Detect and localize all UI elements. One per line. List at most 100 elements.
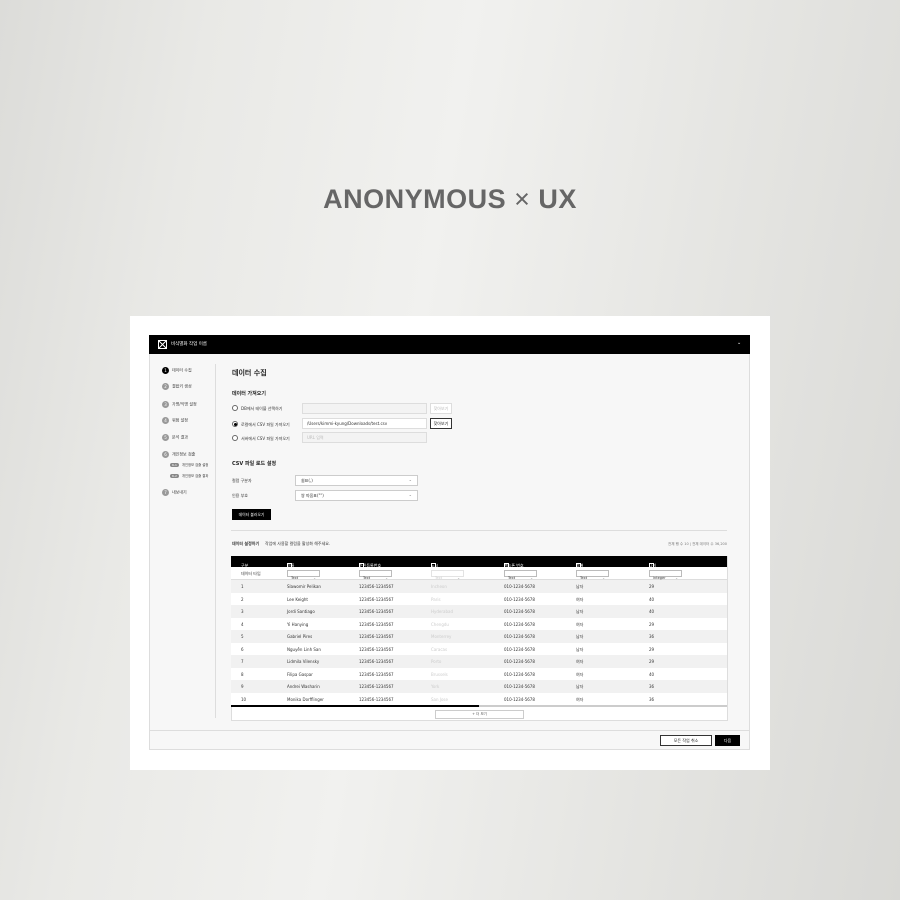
- table-cell: York: [431, 684, 440, 689]
- sidebar-item-label: 결합키 생성: [172, 383, 192, 389]
- table-cell: 010-1234-5678: [504, 684, 535, 689]
- table-cell: 123456-1234567: [359, 696, 394, 702]
- step-number: 4: [162, 417, 169, 424]
- db-browse-button[interactable]: 찾아보기: [430, 403, 452, 414]
- table-cell: Filipa Gaspar: [287, 671, 313, 677]
- table-row: 1 Slawomir Pelikan 123456-1234567 Incheon 01…: [231, 580, 727, 593]
- table-cell: 123456-1234567: [359, 634, 394, 639]
- sidebar-subitem-label: 개인정보 검출 설정: [181, 463, 209, 467]
- table-cell: Hyderabad: [431, 609, 453, 614]
- table-cell: 여자: [576, 659, 584, 664]
- table-cell: 010-1234-5678: [504, 696, 535, 702]
- table-row: 7 Lidmila Vilensky 123456-1234567 Porto 010-…: [231, 655, 727, 668]
- table-cell: 123456-1234567: [359, 609, 394, 614]
- sidebar-item-label: 내보내기: [172, 489, 187, 495]
- table-cell: Lidmila Vilensky: [287, 659, 320, 664]
- table-cell: Chengdu: [431, 621, 449, 627]
- type-select[interactable]: Text ⌄: [359, 570, 392, 580]
- type-select[interactable]: integer ⌄: [649, 570, 682, 580]
- table-cell: 010-1234-5678: [504, 609, 535, 614]
- table-cell: 9: [241, 684, 244, 689]
- radio-db[interactable]: [232, 405, 238, 411]
- table-cell: 123456-1234567: [359, 584, 394, 589]
- horizontal-scrollbar[interactable]: [231, 705, 727, 707]
- local-browse-button[interactable]: 찾아보기: [430, 418, 452, 429]
- type-row: 데이터 타입 Text ⌄ Text ⌄ Text ⌄ Text ⌄ Text ⌄ integer ⌄: [231, 567, 727, 580]
- sidebar-item-4[interactable]: 4 위험 설정: [162, 417, 188, 424]
- radio-local-csv[interactable]: [232, 421, 238, 427]
- local-file-input[interactable]: /Users/kimmi-kyung/Downloads/test.csv: [302, 418, 427, 429]
- sidebar-item-label: 위험 설정: [172, 417, 188, 423]
- table-cell: Monika Dorfflinger: [287, 696, 324, 702]
- type-select[interactable]: Text ⌄: [431, 570, 464, 580]
- table-row: 5 Gabriel Pires 123456-1234567 Monterrey 010…: [231, 630, 727, 643]
- type-label: 데이터 타입: [241, 571, 261, 576]
- step-number: 2: [162, 383, 169, 390]
- table-cell: 여자: [576, 671, 584, 677]
- table-cell: 40: [649, 671, 655, 677]
- chevron-down-icon[interactable]: ⌄: [737, 340, 741, 346]
- table-cell: 7: [241, 659, 244, 664]
- table-cell: 2: [241, 596, 244, 602]
- sub-step-tag: 6-1: [170, 463, 179, 467]
- table-cell: San Jose: [431, 696, 448, 702]
- table-cell: Paris: [431, 596, 441, 602]
- cancel-all-button[interactable]: 모든 작업 취소: [660, 735, 712, 746]
- sidebar-item-3[interactable]: 3 가명/익명 설정: [162, 401, 197, 408]
- table-cell: Lee Keight: [287, 596, 308, 602]
- step-number: 1: [162, 367, 169, 374]
- sidebar-subitem[interactable]: 6-2 개인정보 검출 결과: [170, 473, 208, 478]
- next-button[interactable]: 다음: [715, 735, 740, 746]
- table-cell: 123456-1234567: [359, 596, 394, 602]
- delimiter-select[interactable]: 쉼표(,) ⌄: [295, 475, 418, 486]
- step-number: 7: [162, 489, 169, 496]
- chevron-down-icon: ⌄: [408, 477, 412, 482]
- sidebar-item-6[interactable]: 6 개인정보 검출: [162, 451, 195, 458]
- settings-hint: 작업에 사용할 컬럼을 활성화 해주세요.: [265, 541, 331, 546]
- quote-label: 인용 부호: [232, 493, 248, 498]
- table-cell: Porto: [431, 659, 442, 664]
- table-cell: 남자: [576, 646, 584, 652]
- radio-local-label: 로컬에서 CSV 파일 가져오기: [241, 422, 290, 427]
- table-cell: 29: [649, 584, 655, 589]
- project-title: 비식별화 작업 이름: [171, 342, 207, 347]
- table-cell: 010-1234-5678: [504, 621, 535, 627]
- scrollbar-thumb[interactable]: [231, 705, 479, 707]
- sidebar-item-5[interactable]: 5 분석 결과: [162, 434, 188, 441]
- table-cell: 남자: [576, 609, 584, 614]
- sidebar-item-7[interactable]: 7 내보내기: [162, 489, 187, 496]
- type-select[interactable]: Text ⌄: [504, 570, 537, 580]
- table-cell: 29: [649, 646, 655, 652]
- load-more-button[interactable]: + 더 보기: [435, 710, 524, 719]
- table-row: 2 Lee Keight 123456-1234567 Paris 010-1234-5…: [231, 592, 727, 605]
- table-cell: 8: [241, 671, 244, 677]
- sidebar-item-1[interactable]: 1 데이터 수집: [162, 367, 192, 374]
- table-cell: 남자: [576, 584, 584, 589]
- db-table-input[interactable]: [302, 403, 427, 414]
- data-stats: 전체 행 수 10 | 전체 데이터 수 36,200: [668, 542, 727, 546]
- header-bar: 비식별화 작업 이름 ⌄: [149, 335, 750, 354]
- table-cell: 10: [241, 696, 247, 702]
- sidebar-subitem-label: 개인정보 검출 결과: [181, 474, 209, 478]
- table-cell: Slawomir Pelikan: [287, 584, 321, 589]
- server-url-input[interactable]: URL 입력: [302, 432, 427, 443]
- import-heading: 데이터 가져오기: [232, 391, 266, 397]
- radio-server-label: 서버에서 CSV 파일 가져오기: [241, 436, 290, 441]
- sidebar-item-2[interactable]: 2 결합키 생성: [162, 383, 192, 390]
- quote-select[interactable]: 쌍 따옴표("") ⌄: [295, 490, 418, 501]
- type-select[interactable]: Text ⌄: [287, 570, 320, 580]
- table-cell: Yi Hanying: [287, 621, 309, 627]
- sidebar-item-label: 가명/익명 설정: [172, 401, 197, 407]
- table-header: 구분 이름 주민등록번호 도시 핸드폰 번호 성별 나이: [231, 556, 727, 568]
- type-select[interactable]: Text ⌄: [576, 570, 609, 580]
- sidebar-subitem[interactable]: 6-1 개인정보 검출 설정: [170, 462, 208, 467]
- sidebar-item-label: 분석 결과: [172, 434, 188, 440]
- table-cell: Nguyễn Linh San: [287, 646, 321, 652]
- table-cell: 여자: [576, 696, 584, 702]
- settings-heading: 데이터 설정하기: [232, 541, 260, 546]
- radio-server-csv[interactable]: [232, 435, 238, 441]
- load-data-button[interactable]: 데이터 불러오기: [232, 509, 271, 520]
- logo-icon: [158, 340, 167, 349]
- chevron-down-icon: ⌄: [408, 492, 412, 497]
- table-cell: Jordi Santiago: [287, 609, 315, 614]
